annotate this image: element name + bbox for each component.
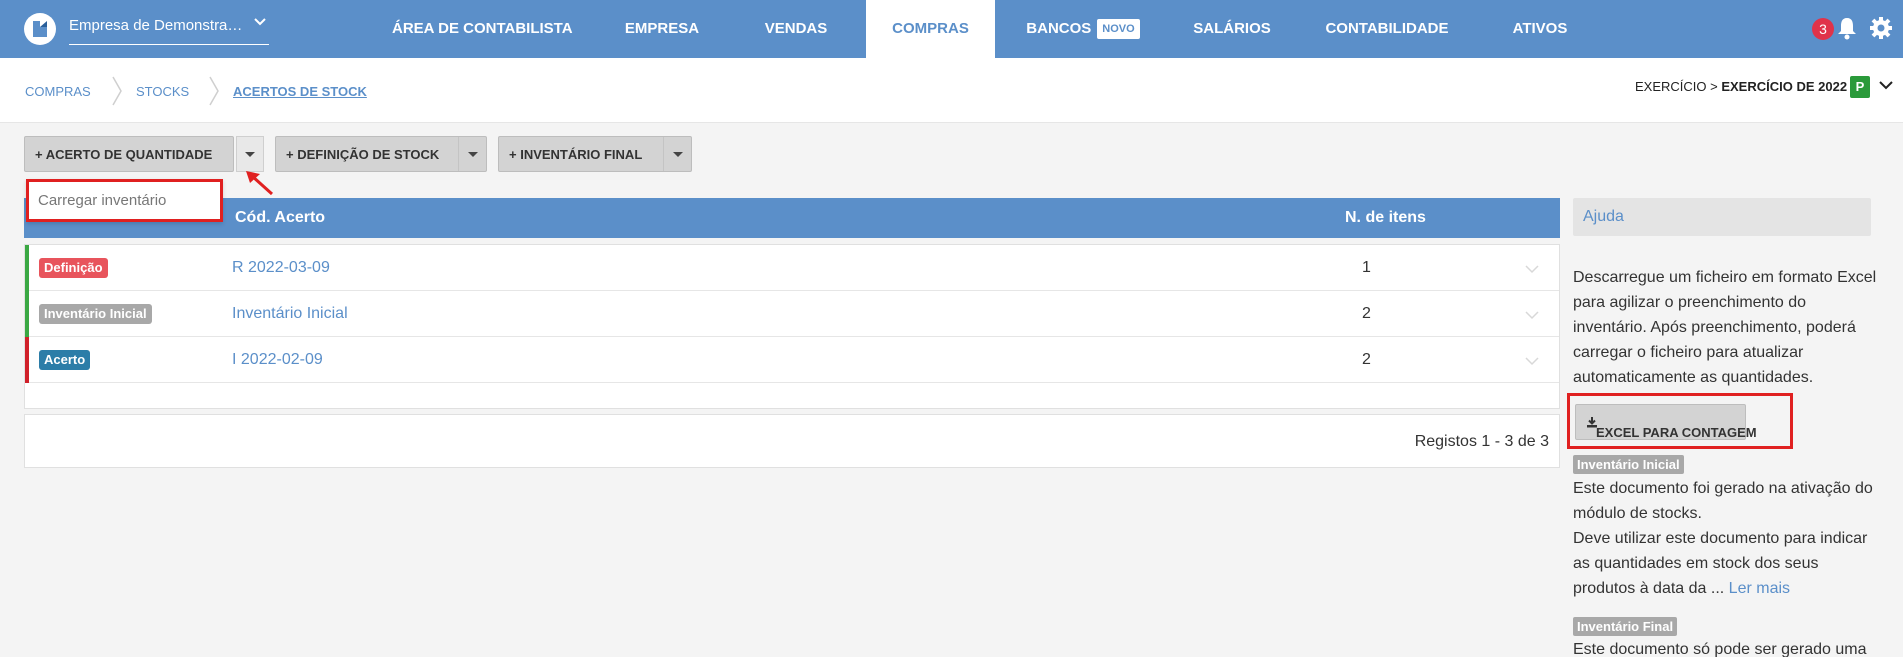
excel-button-content: EXCEL PARA CONTAGEM	[1586, 415, 1757, 440]
nav-empresa[interactable]: EMPRESA	[610, 0, 714, 58]
inventario-inicial-text-2: Deve utilizar este documento para indica…	[1573, 526, 1883, 601]
excel-button-label: EXCEL PARA CONTAGEM	[1596, 425, 1757, 440]
breadcrumb-acertos-de-stock[interactable]: ACERTOS DE STOCK	[233, 84, 367, 99]
acerto-quantidade-button[interactable]: + ACERTO DE QUANTIDADE	[24, 136, 234, 172]
row-item-count: 2	[1362, 351, 1371, 368]
excel-para-contagem-button[interactable]: EXCEL PARA CONTAGEM	[1575, 404, 1757, 440]
nav-compras[interactable]: COMPRAS	[866, 0, 995, 58]
pagination-summary: Registos 1 - 3 de 3	[24, 414, 1560, 468]
annotation-arrow-icon	[244, 170, 274, 201]
inventario-final-label: + INVENTÁRIO FINAL	[509, 147, 643, 162]
row-code-link[interactable]: Inventário Inicial	[232, 305, 348, 323]
inventario-caret-icon[interactable]	[663, 137, 691, 171]
table-row[interactable]: Acerto I 2022-02-09 2	[25, 337, 1559, 383]
menu-item-carregar-inventario[interactable]: Carregar inventário	[38, 192, 166, 209]
gear-icon[interactable]	[1869, 16, 1893, 45]
exercise-selector[interactable]: EXERCÍCIO > EXERCÍCIO DE 2022	[1635, 79, 1847, 94]
help-panel-header[interactable]: Ajuda	[1573, 198, 1871, 236]
records-count: Registos 1 - 3 de 3	[1414, 433, 1549, 450]
inventario-inicial-text-2-body: Deve utilizar este documento para indica…	[1573, 530, 1868, 597]
acerto-dropdown-toggle[interactable]	[236, 136, 264, 172]
new-badge: NOVO	[1097, 19, 1140, 40]
exercise-prefix: EXERCÍCIO >	[1635, 79, 1718, 94]
type-badge-definicao: Definição	[39, 258, 108, 278]
nav-salarios[interactable]: SALÁRIOS	[1182, 0, 1282, 58]
breadcrumb-compras[interactable]: COMPRAS	[25, 84, 91, 99]
chevron-down-icon[interactable]	[1525, 261, 1539, 279]
inventario-final-text: Este documento só pode ser gerado uma	[1573, 641, 1867, 657]
nav-contabilidade[interactable]: CONTABILIDADE	[1316, 0, 1458, 58]
nav-bancos[interactable]: BANCOS NOVO	[1020, 0, 1146, 58]
breadcrumb: COMPRAS STOCKS ACERTOS DE STOCK EXERCÍCI…	[0, 58, 1903, 123]
nav-area-contabilista[interactable]: ÁREA DE CONTABILISTA	[392, 0, 573, 58]
column-header-codigo[interactable]: Cód. Acerto	[235, 209, 325, 227]
row-status-bar	[25, 245, 29, 291]
chevron-down-icon[interactable]	[1525, 353, 1539, 371]
exercise-value: EXERCÍCIO DE 2022	[1721, 79, 1848, 94]
help-title: Ajuda	[1583, 208, 1624, 225]
help-intro-text: Descarregue um ficheiro em formato Excel…	[1573, 269, 1877, 386]
breadcrumb-separator-icon	[209, 76, 219, 111]
acerto-quantidade-label: + ACERTO DE QUANTIDADE	[35, 147, 213, 162]
exercise-status-badge: P	[1850, 76, 1870, 98]
table-row[interactable]: Inventário Inicial Inventário Inicial 2	[25, 291, 1559, 337]
row-item-count: 1	[1362, 259, 1371, 276]
breadcrumb-stocks[interactable]: STOCKS	[136, 84, 189, 99]
chevron-down-icon[interactable]	[1877, 76, 1895, 99]
definicao-stock-label: + DEFINIÇÃO DE STOCK	[286, 147, 440, 162]
row-status-bar	[25, 291, 29, 337]
company-selector[interactable]: Empresa de Demonstração	[69, 17, 269, 45]
nav-bancos-label: BANCOS	[1026, 20, 1092, 37]
acerto-dropdown-menu: Carregar inventário	[26, 179, 223, 222]
column-header-itens[interactable]: N. de itens	[1345, 209, 1426, 227]
nav-vendas[interactable]: VENDAS	[752, 0, 840, 58]
chevron-down-icon[interactable]	[1525, 307, 1539, 325]
inventario-final-tag: Inventário Final	[1573, 617, 1678, 636]
company-name: Empresa de Demonstração	[69, 17, 244, 34]
table-body: Definição R 2022-03-09 1 Inventário Inic…	[24, 244, 1560, 409]
inventario-inicial-text: Este documento foi gerado na ativação do…	[1573, 480, 1873, 522]
type-badge-inventario-inicial: Inventário Inicial	[39, 304, 152, 324]
chevron-down-icon	[253, 15, 267, 33]
breadcrumb-separator-icon	[112, 76, 122, 111]
top-navigation: Empresa de Demonstração ÁREA DE CONTABIL…	[0, 0, 1903, 58]
definicao-caret-icon[interactable]	[458, 137, 486, 171]
excel-button-highlight: EXCEL PARA CONTAGEM	[1567, 393, 1793, 449]
read-more-link[interactable]: Ler mais	[1729, 580, 1790, 597]
definicao-stock-button[interactable]: + DEFINIÇÃO DE STOCK	[275, 136, 487, 172]
nav-ativos[interactable]: ATIVOS	[1498, 0, 1582, 58]
inventario-inicial-tag: Inventário Inicial	[1573, 455, 1684, 474]
type-badge-acerto: Acerto	[39, 350, 91, 370]
row-item-count: 2	[1362, 305, 1371, 322]
notification-count[interactable]: 3	[1812, 18, 1834, 40]
row-status-bar	[25, 337, 29, 383]
row-code-link[interactable]: R 2022-03-09	[232, 259, 330, 277]
bell-icon[interactable]	[1836, 16, 1858, 45]
table-row[interactable]: Definição R 2022-03-09 1	[25, 245, 1559, 291]
row-code-link[interactable]: I 2022-02-09	[232, 351, 323, 369]
app-logo[interactable]	[24, 13, 56, 45]
inventario-final-button[interactable]: + INVENTÁRIO FINAL	[498, 136, 692, 172]
table-header: Cód. Acerto N. de itens	[24, 198, 1560, 238]
